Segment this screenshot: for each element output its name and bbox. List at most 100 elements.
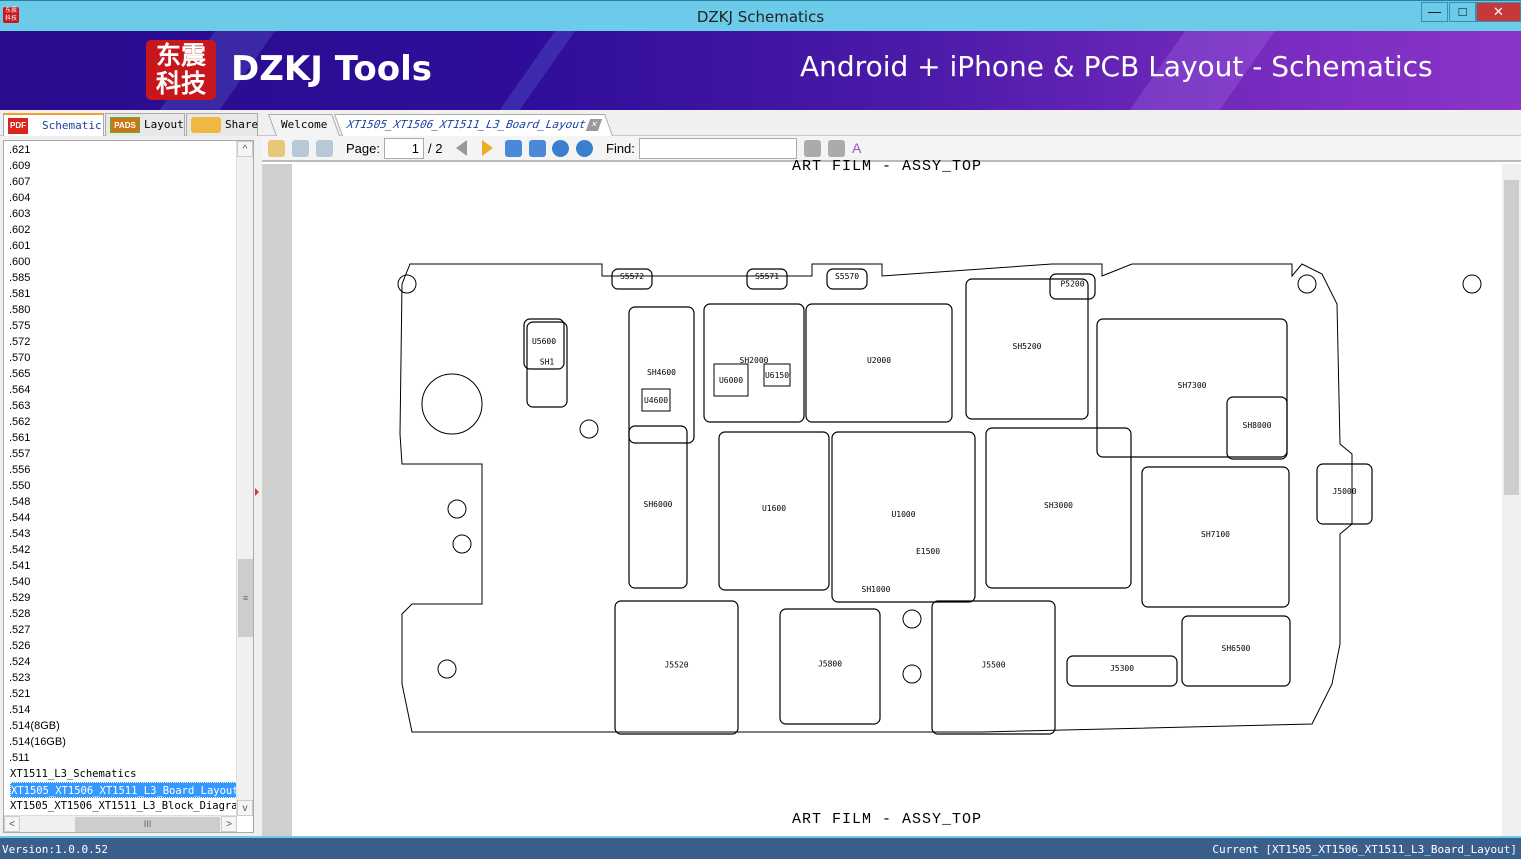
component-label: SH5200 (1013, 342, 1042, 351)
component-label: U1600 (762, 504, 786, 513)
cloud-folder-icon (191, 117, 221, 133)
component-label: SH6500 (1222, 644, 1251, 653)
component-label: U4600 (644, 396, 668, 405)
tab-schematic[interactable]: PDF Schematic (3, 113, 104, 136)
file-list-item[interactable]: .542 (9, 542, 30, 558)
window-title: DZKJ Schematics (696, 8, 825, 26)
file-list-item[interactable]: .604 (9, 190, 30, 206)
file-list-item[interactable]: .543 (9, 526, 30, 542)
file-list-item[interactable]: .609 (9, 158, 30, 174)
file-list-item[interactable]: .585 (9, 270, 30, 286)
file-list-item[interactable]: .557 (9, 446, 30, 462)
mounting-hole (437, 659, 457, 679)
file-list-item[interactable]: .602 (9, 222, 30, 238)
file-list-item[interactable]: .563 (9, 398, 30, 414)
file-list-item[interactable]: XT1511_L3_Schematics (10, 766, 136, 782)
copy-icon[interactable] (268, 140, 285, 157)
vertical-scrollbar[interactable]: ^ ≡ v (236, 141, 253, 816)
page-total: / 2 (428, 141, 443, 156)
file-list-item[interactable]: .607 (9, 174, 30, 190)
component-label: J5800 (818, 660, 842, 669)
panel-splitter[interactable] (254, 140, 261, 833)
zoom-out-icon[interactable] (552, 140, 569, 157)
file-list-item[interactable]: .570 (9, 350, 30, 366)
file-list-item[interactable]: .544 (9, 510, 30, 526)
collapse-arrow-icon[interactable] (255, 488, 259, 496)
file-list-item[interactable]: .514(8GB) (9, 718, 60, 734)
file-list-item[interactable]: .600 (9, 254, 30, 270)
component-label: SH1 (540, 358, 555, 367)
scroll-right-icon[interactable]: > (221, 816, 237, 832)
zoom-in-icon[interactable] (576, 140, 593, 157)
close-tab-icon[interactable]: × (586, 119, 603, 131)
file-list-item[interactable]: .527 (9, 622, 30, 638)
rotate-right-icon[interactable] (316, 140, 333, 157)
file-list-item[interactable]: .561 (9, 430, 30, 446)
file-list-item[interactable]: .572 (9, 334, 30, 350)
fit-width-icon[interactable] (505, 140, 522, 157)
file-list-item[interactable]: .521 (9, 686, 30, 702)
file-list-item[interactable]: .523 (9, 670, 30, 686)
minimize-button[interactable]: — (1421, 2, 1448, 22)
file-list-item[interactable]: XT1505_XT1506_XT1511_L3_Block_Diagram (10, 798, 237, 814)
file-list-item[interactable]: .524 (9, 654, 30, 670)
file-list-item[interactable]: .603 (9, 206, 30, 222)
file-list-item[interactable]: .562 (9, 414, 30, 430)
scroll-up-icon[interactable]: ^ (237, 141, 253, 157)
rotate-left-icon[interactable] (292, 140, 309, 157)
file-list-item[interactable]: .564 (9, 382, 30, 398)
fit-page-icon[interactable] (529, 140, 546, 157)
tab-share[interactable]: Share (186, 113, 258, 136)
document-scrollbar[interactable] (1502, 164, 1521, 836)
tab-board-layout[interactable]: XT1505_XT1506_XT1511_L3_Board_Layout × (333, 114, 614, 136)
file-list-item[interactable]: .565 (9, 366, 30, 382)
component-label: SH3000 (1044, 501, 1073, 510)
mounting-hole (452, 534, 472, 554)
component-label: SH8000 (1243, 421, 1272, 430)
file-list-item[interactable]: .514 (9, 702, 30, 718)
file-list-item[interactable]: .526 (9, 638, 30, 654)
tab-label: XT1505_XT1506_XT1511_L3_Board_Layout (344, 118, 588, 131)
page-input[interactable]: 1 (384, 138, 424, 159)
banner: 东震 科技 DZKJ Tools Android + iPhone & PCB L… (0, 31, 1521, 110)
file-list-item[interactable]: .556 (9, 462, 30, 478)
file-list-item[interactable]: .514(16GB) (9, 734, 66, 750)
board-layout-drawing: U5600SH1S5572 S5571 S5570P5200SH4600SH2000… (397, 263, 1482, 735)
maximize-button[interactable]: □ (1449, 2, 1476, 22)
scroll-thumb[interactable]: ≡ (238, 559, 253, 637)
scroll-left-icon[interactable]: < (4, 816, 20, 832)
brand-name: DZKJ Tools (231, 49, 432, 89)
tab-layout[interactable]: PADS Layout (105, 113, 185, 136)
scroll-thumb[interactable]: III (75, 817, 220, 832)
file-list-item[interactable]: .528 (9, 606, 30, 622)
file-list-item[interactable]: .580 (9, 302, 30, 318)
find-previous-icon[interactable] (804, 140, 821, 157)
file-list-item[interactable]: .601 (9, 238, 30, 254)
file-list-item[interactable]: XT1505_XT1506_XT1511_L3_Board_Layout (10, 782, 237, 798)
match-case-icon[interactable]: A (852, 140, 869, 157)
prev-page-icon[interactable] (456, 140, 467, 156)
file-list-item[interactable]: .550 (9, 478, 30, 494)
mounting-hole (579, 419, 599, 439)
scroll-thumb[interactable] (1504, 180, 1519, 495)
file-list-item[interactable]: .621 (9, 142, 30, 158)
close-button[interactable]: ✕ (1476, 2, 1521, 22)
file-list-item[interactable]: .575 (9, 318, 30, 334)
horizontal-scrollbar[interactable]: < III > (4, 815, 237, 832)
find-input[interactable] (639, 138, 797, 159)
file-list-panel: .621.609.607.604.603.602.601.600.585.581… (3, 140, 254, 833)
file-list-item[interactable]: .548 (9, 494, 30, 510)
component-label: E1500 (916, 547, 940, 556)
file-list-item[interactable]: .529 (9, 590, 30, 606)
component-label: U1000 (891, 510, 915, 519)
tab-welcome[interactable]: Welcome (267, 114, 341, 136)
document-canvas[interactable]: ART FILM - ASSY_TOP U5600 SH1 S5572 S5571 S5… (262, 158, 1521, 836)
scroll-down-icon[interactable]: v (237, 800, 253, 816)
find-label: Find: (606, 141, 635, 156)
next-page-icon[interactable] (482, 140, 493, 156)
find-next-icon[interactable] (828, 140, 845, 157)
file-list-item[interactable]: .540 (9, 574, 30, 590)
file-list-item[interactable]: .511 (9, 750, 30, 766)
file-list-item[interactable]: .581 (9, 286, 30, 302)
file-list-item[interactable]: .541 (9, 558, 30, 574)
